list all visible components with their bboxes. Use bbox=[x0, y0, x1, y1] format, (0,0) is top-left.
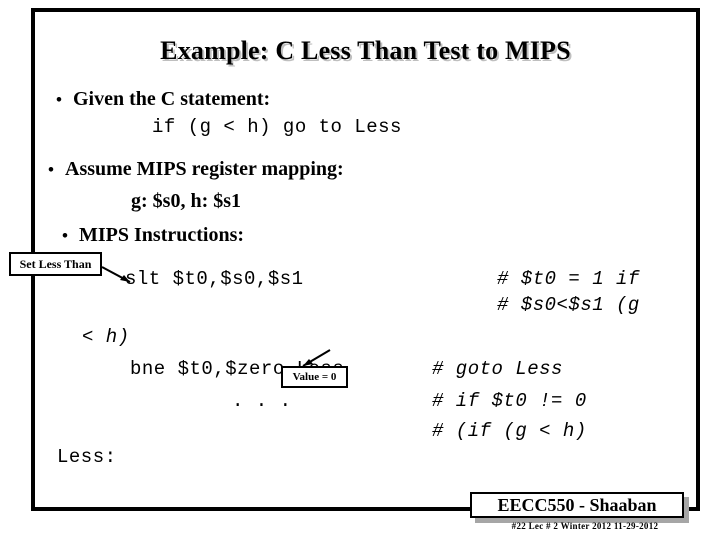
bullet-label: Given the C statement: bbox=[73, 88, 271, 110]
code-line-ellipsis: . . . bbox=[232, 390, 292, 412]
callout-label: Set Less Than bbox=[19, 256, 92, 271]
bullet-label: Assume MIPS register mapping: bbox=[65, 158, 344, 180]
code-comment-if-t0-ne-0: # if $t0 != 0 bbox=[432, 390, 587, 412]
footer-meta-line: #22 Lec # 2 Winter 2012 11-29-2012 bbox=[511, 521, 659, 531]
callout-value-zero[interactable]: Value = 0 bbox=[281, 366, 348, 388]
slide-border-frame bbox=[31, 8, 700, 511]
callout-set-less-than[interactable]: Set Less Than bbox=[9, 252, 102, 276]
code-line-slt: slt $t0,$s0,$s1 bbox=[125, 268, 304, 290]
code-comment-s0-lt-s1: # $s0<$s1 (g bbox=[497, 294, 640, 316]
bullet-mips-instructions: • MIPS Instructions: bbox=[62, 224, 244, 247]
slide-canvas: Example: C Less Than Test to MIPS • Given… bbox=[0, 0, 720, 540]
bullet-marker-icon: • bbox=[62, 226, 68, 245]
bullet-label: MIPS Instructions: bbox=[79, 224, 245, 246]
page-title: Example: C Less Than Test to MIPS bbox=[160, 36, 571, 65]
code-comment-t0-equals-1: # $t0 = 1 if bbox=[497, 268, 640, 290]
callout-label: Value = 0 bbox=[292, 371, 337, 383]
footer-course-badge: EECC550 - Shaaban bbox=[470, 492, 684, 518]
register-mapping-line: g: $s0, h: $s1 bbox=[131, 190, 242, 212]
code-line-less-label: Less: bbox=[57, 446, 117, 468]
bullet-assume-register-mapping: • Assume MIPS register mapping: bbox=[48, 158, 344, 181]
footer-badge-label: EECC550 - Shaaban bbox=[497, 494, 657, 515]
code-comment-if-g-lt-h: # (if (g < h) bbox=[432, 420, 587, 442]
bullet-marker-icon: • bbox=[48, 160, 54, 179]
code-c-statement: if (g < h) go to Less bbox=[152, 116, 402, 138]
code-line-comment-wrap: < h) bbox=[82, 326, 130, 348]
bullet-given-c-statement: • Given the C statement: bbox=[56, 88, 270, 111]
bullet-marker-icon: • bbox=[56, 90, 62, 109]
code-comment-goto-less: # goto Less bbox=[432, 358, 563, 380]
